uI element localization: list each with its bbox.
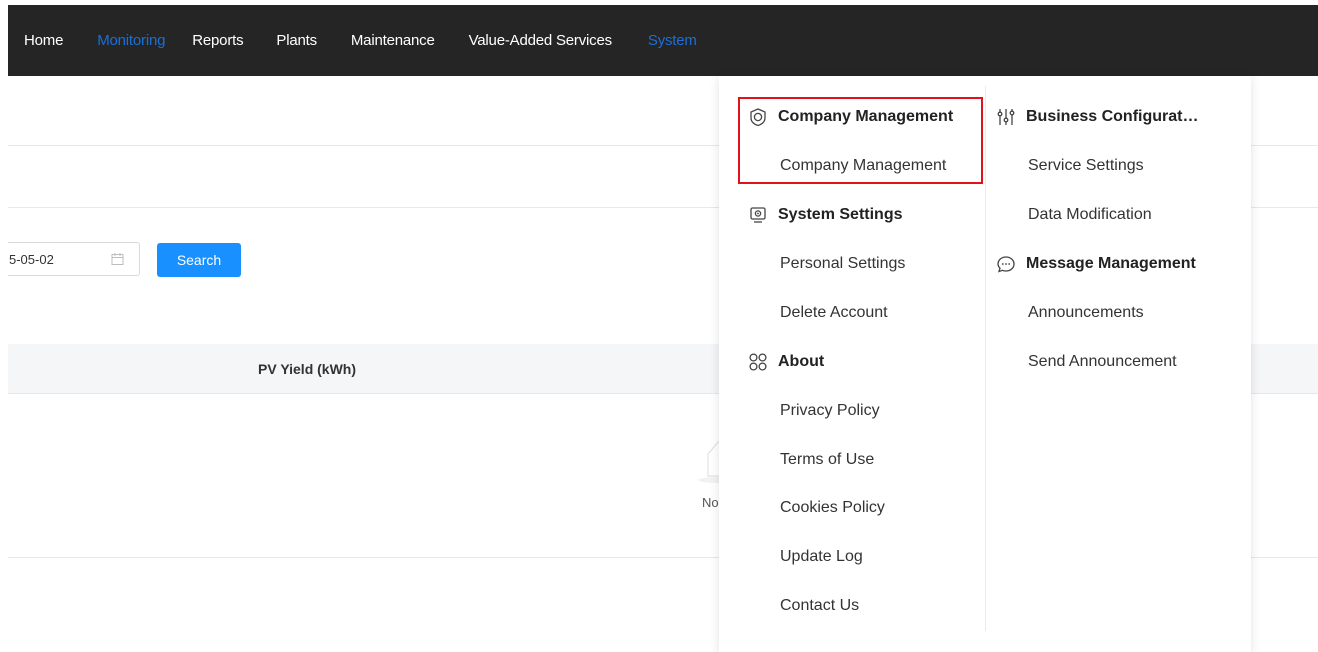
group-label: Company Management [778, 108, 954, 125]
group-label: System Settings [778, 206, 903, 223]
nav-plants[interactable]: Plants [276, 32, 317, 49]
menu-item-terms-of-use[interactable]: Terms of Use [780, 451, 874, 469]
menu-item-cookies-policy[interactable]: Cookies Policy [780, 499, 885, 517]
menu-item-company-management[interactable]: Company Management [780, 157, 946, 175]
menu-item-announcements[interactable]: Announcements [1028, 304, 1144, 322]
date-value: 5-05-02 [9, 252, 54, 267]
column-divider [985, 86, 986, 631]
section-divider [8, 145, 720, 146]
shield-icon [750, 108, 766, 127]
menu-item-service-settings[interactable]: Service Settings [1028, 157, 1144, 175]
end-date-picker[interactable]: 5-05-02 [8, 242, 140, 276]
menu-item-contact-us[interactable]: Contact Us [780, 597, 859, 615]
menu-item-update-log[interactable]: Update Log [780, 548, 863, 566]
table-bottom-divider [1251, 557, 1318, 558]
table-bottom-divider [8, 557, 720, 558]
nav-reports[interactable]: Reports [192, 32, 243, 49]
nav-value-added-services[interactable]: Value-Added Services [469, 32, 613, 49]
group-message-management: Message Management [996, 252, 1196, 276]
section-divider [8, 207, 720, 208]
chat-bubble-icon [997, 256, 1015, 273]
system-dropdown-menu: Company Management Company Management Sy… [719, 76, 1251, 652]
section-divider [1251, 145, 1318, 146]
nav-maintenance[interactable]: Maintenance [351, 32, 435, 49]
top-nav-bar: Home Monitoring Reports Plants Maintenan… [8, 5, 1318, 76]
group-label: Message Management [1026, 255, 1196, 272]
column-header-pv-yield[interactable]: PV Yield (kWh) [258, 361, 356, 377]
menu-item-data-modification[interactable]: Data Modification [1028, 206, 1152, 224]
empty-data-text: No [702, 495, 719, 510]
search-button[interactable]: Search [157, 243, 241, 277]
nav-home[interactable]: Home [24, 32, 63, 49]
nav-system[interactable]: System [648, 32, 697, 49]
group-label: About [778, 353, 825, 370]
group-company-management: Company Management [748, 105, 953, 129]
monitor-icon [750, 207, 766, 223]
group-business-configuration: Business Configurat… [996, 105, 1198, 129]
sliders-icon [997, 109, 1015, 125]
group-system-settings: System Settings [748, 203, 902, 227]
nav-monitoring[interactable]: Monitoring [97, 32, 165, 49]
menu-item-send-announcement[interactable]: Send Announcement [1028, 353, 1177, 371]
calendar-icon [111, 253, 124, 265]
menu-item-privacy-policy[interactable]: Privacy Policy [780, 402, 880, 420]
group-label: Business Configurat… [1026, 108, 1199, 125]
section-divider [1251, 207, 1318, 208]
menu-item-personal-settings[interactable]: Personal Settings [780, 255, 905, 273]
menu-item-delete-account[interactable]: Delete Account [780, 304, 888, 322]
apps-grid-icon [749, 353, 767, 371]
group-about: About [748, 350, 824, 374]
